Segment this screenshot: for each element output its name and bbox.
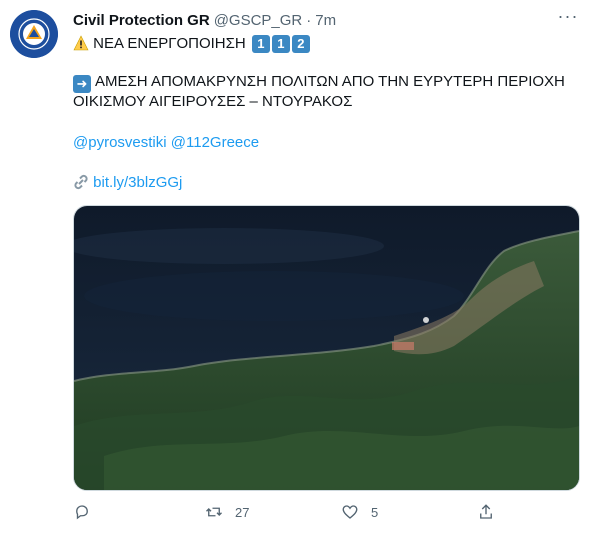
tweet-line-evacuation-cont: ΟΙΚΙΣΜΟΥ ΑΙΓΕΙΡΟΥΣΕΣ – ΝΤΟΥΡΑΚΟΣ bbox=[73, 92, 352, 112]
tweet-actions: 27 5 bbox=[73, 500, 503, 524]
like-button[interactable]: 5 bbox=[341, 500, 378, 524]
civil-protection-logo bbox=[10, 10, 58, 58]
tweet-header: Civil Protection GR @GSCP_GR · 7m bbox=[73, 10, 552, 30]
evacuation-text-line1: ΑΜΕΣΗ ΑΠΟΜΑΚΡΥΝΣΗ ΠΟΛΙΤΩΝ ΑΠΟ ΤΗΝ ΕΥΡΥΤΕ… bbox=[95, 73, 565, 90]
keycap-1-icon: 1 bbox=[271, 35, 290, 53]
warning-icon bbox=[73, 35, 89, 57]
activation-text: ΝΕΑ ΕΝΕΡΓΟΠΟΙΗΣΗ bbox=[93, 35, 246, 52]
link-icon bbox=[73, 174, 89, 196]
keycap-2-icon: 2 bbox=[291, 35, 310, 53]
tweet-media-image[interactable] bbox=[73, 205, 580, 491]
retweet-button[interactable]: 27 bbox=[205, 500, 249, 524]
share-button[interactable] bbox=[477, 500, 495, 524]
reply-icon bbox=[76, 505, 88, 520]
tweet-line-evacuation: ➜ ΑΜΕΣΗ ΑΠΟΜΑΚΡΥΝΣΗ ΠΟΛΙΤΩΝ ΑΠΟ ΤΗΝ ΕΥΡΥΤ… bbox=[73, 72, 565, 93]
reply-button[interactable] bbox=[73, 500, 91, 524]
like-count: 5 bbox=[371, 504, 379, 520]
keycap-1-icon: 1 bbox=[251, 35, 270, 53]
avatar[interactable] bbox=[10, 10, 58, 58]
mention-link[interactable]: @112Greece bbox=[171, 134, 259, 151]
retweet-count: 27 bbox=[235, 504, 250, 520]
satellite-map-image bbox=[74, 206, 579, 490]
tweet-link-line: bit.ly/3blzGGj bbox=[73, 173, 182, 196]
user-handle[interactable]: @GSCP_GR bbox=[214, 12, 303, 29]
right-arrow-icon: ➜ bbox=[73, 75, 91, 93]
mention-link[interactable]: @pyrosvestiki bbox=[73, 134, 167, 151]
separator-dot: · bbox=[306, 11, 312, 29]
more-options-icon[interactable]: ··· bbox=[556, 7, 580, 28]
short-url-link[interactable]: bit.ly/3blzGGj bbox=[93, 174, 182, 191]
tweet-line-activation: ΝΕΑ ΕΝΕΡΓΟΠΟΙΗΣΗ 112 bbox=[73, 34, 310, 57]
retweet-icon bbox=[206, 507, 222, 517]
evacuation-text-line2: ΟΙΚΙΣΜΟΥ ΑΙΓΕΙΡΟΥΣΕΣ – ΝΤΟΥΡΑΚΟΣ bbox=[73, 93, 353, 110]
heart-icon bbox=[342, 505, 358, 519]
share-icon bbox=[480, 504, 492, 519]
tweet-mentions: @pyrosvestiki @112Greece bbox=[73, 133, 259, 153]
timestamp[interactable]: 7m bbox=[315, 12, 336, 29]
display-name[interactable]: Civil Protection GR bbox=[73, 12, 210, 29]
